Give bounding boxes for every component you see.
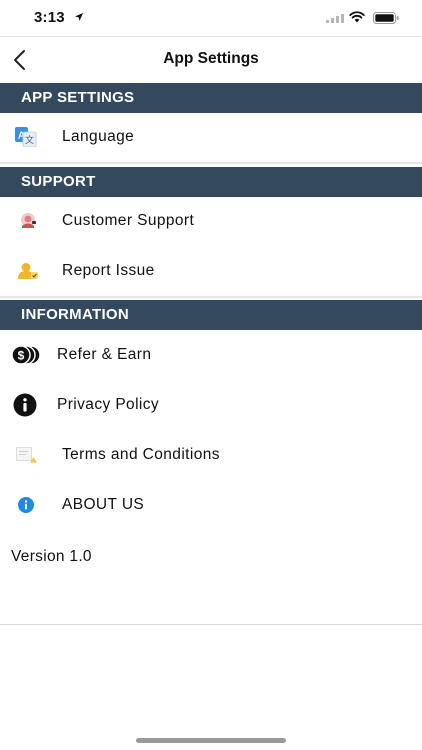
page-title: App Settings <box>163 50 259 67</box>
settings-item-privacy-policy[interactable]: Privacy Policy <box>0 381 422 429</box>
section-header-app-settings: APP SETTINGS <box>0 83 422 113</box>
home-indicator[interactable] <box>136 738 286 743</box>
settings-item-label: Privacy Policy <box>57 396 160 413</box>
status-time: 3:13 <box>34 9 65 26</box>
settings-item-label: Refer & Earn <box>57 346 152 363</box>
location-arrow-icon <box>75 13 83 21</box>
svg-text:$: $ <box>18 349 25 363</box>
settings-item-terms-conditions[interactable]: Terms and Conditions <box>0 431 422 479</box>
settings-item-report-issue[interactable]: Report Issue <box>0 247 422 295</box>
settings-item-label: Customer Support <box>62 212 195 229</box>
battery-icon <box>373 12 399 24</box>
app-version-text: Version 1.0 <box>11 548 92 565</box>
navigation-bar: App Settings <box>0 36 422 82</box>
settings-item-refer-earn[interactable]: $ Refer & Earn <box>0 331 422 379</box>
status-bar: 3:13 <box>0 0 422 36</box>
settings-item-label: Report Issue <box>62 262 155 279</box>
wifi-icon <box>349 11 365 23</box>
settings-item-customer-support[interactable]: Customer Support <box>0 197 422 245</box>
section-header-support: SUPPORT <box>0 167 422 197</box>
settings-item-label: Terms and Conditions <box>62 446 220 463</box>
settings-item-language[interactable]: A 文 Language <box>0 113 422 161</box>
settings-item-label: Language <box>62 128 135 145</box>
translate-icon: A 文 <box>15 126 37 148</box>
report-issue-icon <box>17 261 39 281</box>
info-blue-icon <box>16 495 36 515</box>
svg-text:文: 文 <box>25 134 34 145</box>
document-icon <box>16 446 38 464</box>
divider <box>0 162 422 164</box>
section-header-information: INFORMATION <box>0 300 422 330</box>
divider <box>0 296 422 298</box>
coins-icon: $ <box>10 345 42 365</box>
settings-item-about-us[interactable]: ABOUT US <box>0 481 422 529</box>
info-black-icon <box>13 393 37 417</box>
cellular-signal-icon <box>326 14 344 23</box>
divider <box>0 624 422 625</box>
settings-item-label: ABOUT US <box>62 496 145 513</box>
customer-support-icon <box>18 211 38 231</box>
